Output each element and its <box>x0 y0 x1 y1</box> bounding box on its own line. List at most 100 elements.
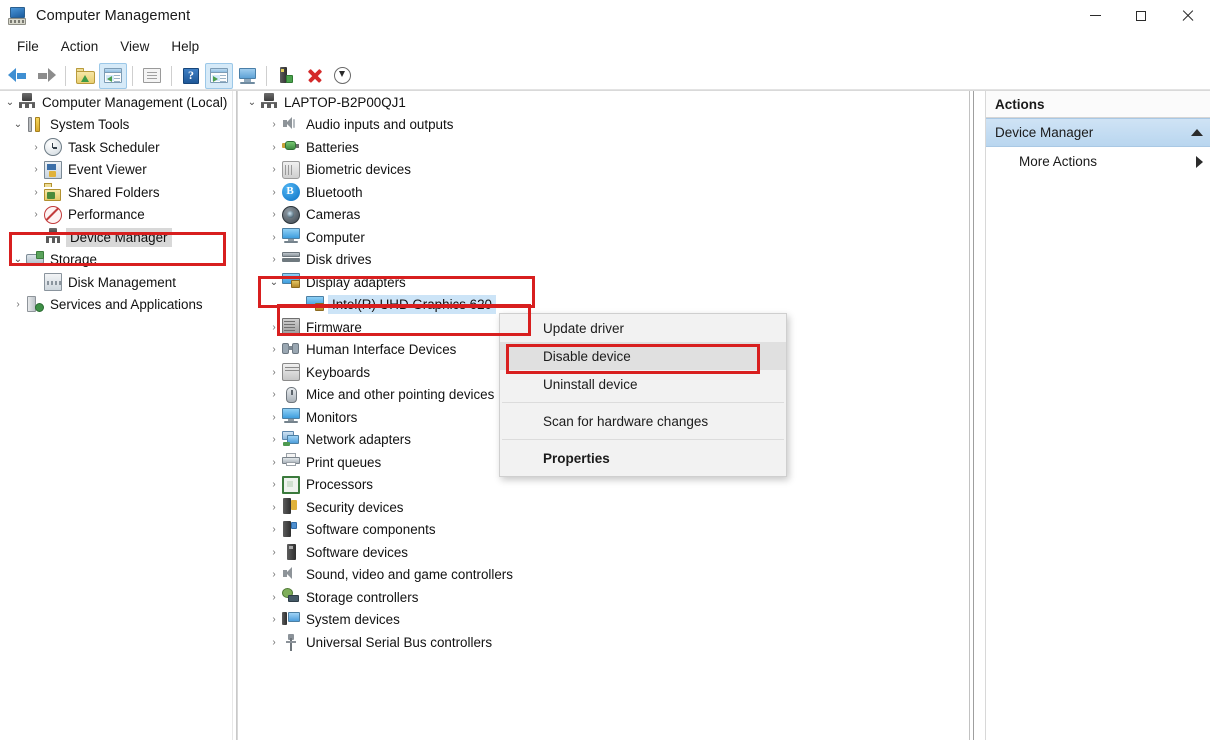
sidebar-item-system-tools[interactable]: ⌄ System Tools <box>0 114 232 137</box>
chevron-right-icon[interactable]: › <box>266 114 282 136</box>
device-node-label: Biometric devices <box>306 162 411 178</box>
sidebar-item-storage[interactable]: ⌄ Storage <box>0 249 232 272</box>
context-menu-item-properties[interactable]: Properties <box>500 444 786 472</box>
chevron-right-icon[interactable]: › <box>28 136 44 158</box>
back-arrow-icon[interactable] <box>4 63 32 89</box>
device-node-disk-drives[interactable]: › Disk drives <box>238 249 959 272</box>
show-hide-action-pane-icon[interactable] <box>205 62 233 89</box>
chevron-right-icon[interactable]: › <box>266 384 282 406</box>
show-hide-console-tree-icon[interactable] <box>99 62 127 89</box>
device-node-label: Firmware <box>306 319 362 335</box>
sidebar-item-performance[interactable]: › Performance <box>0 204 232 227</box>
device-node-cameras[interactable]: › Cameras <box>238 204 959 227</box>
chevron-right-icon[interactable]: › <box>266 429 282 451</box>
console-tree-root[interactable]: ⌄ Computer Management (Local) <box>0 91 232 114</box>
device-manager-icon <box>44 228 62 246</box>
chevron-right-icon[interactable]: › <box>266 361 282 383</box>
context-menu-item-uninstall-device[interactable]: Uninstall device <box>500 370 786 398</box>
update-driver-icon[interactable] <box>272 63 300 89</box>
device-context-menu[interactable]: Update driver Disable device Uninstall d… <box>499 313 787 477</box>
device-node-storage-controllers[interactable]: › Storage controllers <box>238 586 959 609</box>
device-node-label: Bluetooth <box>306 184 363 200</box>
chevron-right-icon[interactable]: › <box>266 496 282 518</box>
chevron-right-icon[interactable]: › <box>266 564 282 586</box>
chevron-right-icon[interactable]: › <box>266 136 282 158</box>
device-node-security-devices[interactable]: › Security devices <box>238 496 959 519</box>
context-menu-separator <box>502 439 784 440</box>
triangle-up-icon[interactable] <box>1191 129 1203 136</box>
sidebar-item-event-viewer[interactable]: › Event Viewer <box>0 159 232 182</box>
chevron-right-icon[interactable]: › <box>266 159 282 181</box>
chevron-right-icon[interactable]: › <box>266 609 282 631</box>
device-node-display-adapters[interactable]: ⌄ Display adapters <box>238 271 959 294</box>
context-menu-item-disable-device[interactable]: Disable device <box>500 342 786 370</box>
chevron-right-icon[interactable]: › <box>266 586 282 608</box>
device-node-sound-video-game[interactable]: › Sound, video and game controllers <box>238 564 959 587</box>
device-node-batteries[interactable]: › Batteries <box>238 136 959 159</box>
chevron-right-icon[interactable]: › <box>266 451 282 473</box>
sidebar-item-task-scheduler[interactable]: › Task Scheduler <box>0 136 232 159</box>
chevron-right-icon[interactable]: › <box>266 406 282 428</box>
chevron-right-icon[interactable]: › <box>266 249 282 271</box>
sidebar-item-label: Performance <box>68 207 145 223</box>
up-one-level-icon[interactable] <box>71 63 99 89</box>
chevron-right-icon[interactable]: › <box>266 181 282 203</box>
actions-device-manager-group[interactable]: Device Manager <box>986 118 1210 147</box>
device-node-software-devices[interactable]: › Software devices <box>238 541 959 564</box>
sidebar-item-disk-management[interactable]: › Disk Management <box>0 271 232 294</box>
device-tree-root[interactable]: ⌄ LAPTOP-B2P00QJ1 <box>238 91 959 114</box>
device-node-audio[interactable]: › Audio inputs and outputs <box>238 114 959 137</box>
toolbar-separator <box>171 65 172 86</box>
sidebar-item-services-and-applications[interactable]: › Services and Applications <box>0 294 232 317</box>
minimize-button[interactable] <box>1072 0 1118 31</box>
chevron-right-icon[interactable]: › <box>28 204 44 226</box>
chevron-down-icon[interactable]: ⌄ <box>10 249 26 271</box>
menu-view[interactable]: View <box>109 36 160 57</box>
device-node-software-components[interactable]: › Software components <box>238 519 959 542</box>
disable-device-icon[interactable] <box>328 63 356 89</box>
context-menu-item-scan-for-hardware-changes[interactable]: Scan for hardware changes <box>500 407 786 435</box>
chevron-down-icon[interactable]: ⌄ <box>10 114 26 136</box>
chevron-right-icon[interactable]: › <box>28 159 44 181</box>
chevron-right-icon[interactable]: › <box>266 316 282 338</box>
menu-help[interactable]: Help <box>160 36 210 57</box>
actions-more-actions[interactable]: More Actions <box>986 147 1210 176</box>
chevron-down-icon[interactable]: ⌄ <box>244 91 260 113</box>
sidebar-item-shared-folders[interactable]: › Shared Folders <box>0 181 232 204</box>
forward-arrow-icon[interactable] <box>32 63 60 89</box>
device-node-label: Disk drives <box>306 252 372 268</box>
console-icon[interactable] <box>233 63 261 89</box>
help-icon[interactable]: ? <box>177 63 205 89</box>
device-node-biometric[interactable]: › Biometric devices <box>238 159 959 182</box>
keyboard-icon <box>282 363 300 382</box>
biometric-icon <box>282 160 300 179</box>
menu-action[interactable]: Action <box>50 36 110 57</box>
device-node-system-devices[interactable]: › System devices <box>238 609 959 632</box>
chevron-down-icon[interactable]: ⌄ <box>266 271 282 293</box>
chevron-right-icon[interactable]: › <box>10 294 26 316</box>
right-splitter[interactable] <box>959 91 985 740</box>
chevron-right-icon[interactable]: › <box>266 226 282 248</box>
chevron-right-icon[interactable]: › <box>266 204 282 226</box>
device-node-bluetooth[interactable]: › Bluetooth <box>238 181 959 204</box>
audio-icon <box>282 116 300 134</box>
sidebar-item-device-manager[interactable]: › Device Manager <box>0 226 232 249</box>
device-node-label: Mice and other pointing devices <box>306 387 495 403</box>
device-node-usb-controllers[interactable]: › Universal Serial Bus controllers <box>238 631 959 654</box>
chevron-right-icon[interactable]: › <box>266 631 282 653</box>
maximize-button[interactable] <box>1118 0 1164 31</box>
device-node-computer[interactable]: › Computer <box>238 226 959 249</box>
chevron-right-icon[interactable]: › <box>266 519 282 541</box>
console-tree-pane[interactable]: ⌄ Computer Management (Local) ⌄ System T… <box>0 91 232 740</box>
chevron-right-icon[interactable]: › <box>28 181 44 203</box>
context-menu-item-update-driver[interactable]: Update driver <box>500 314 786 342</box>
close-button[interactable] <box>1164 0 1210 31</box>
chevron-right-icon[interactable]: › <box>266 339 282 361</box>
properties-icon[interactable] <box>138 63 166 89</box>
menu-file[interactable]: File <box>6 36 50 57</box>
triangle-right-icon[interactable] <box>1196 156 1203 168</box>
chevron-down-icon[interactable]: ⌄ <box>2 91 18 113</box>
chevron-right-icon[interactable]: › <box>266 541 282 563</box>
uninstall-device-icon[interactable] <box>300 63 328 89</box>
chevron-right-icon[interactable]: › <box>266 474 282 496</box>
